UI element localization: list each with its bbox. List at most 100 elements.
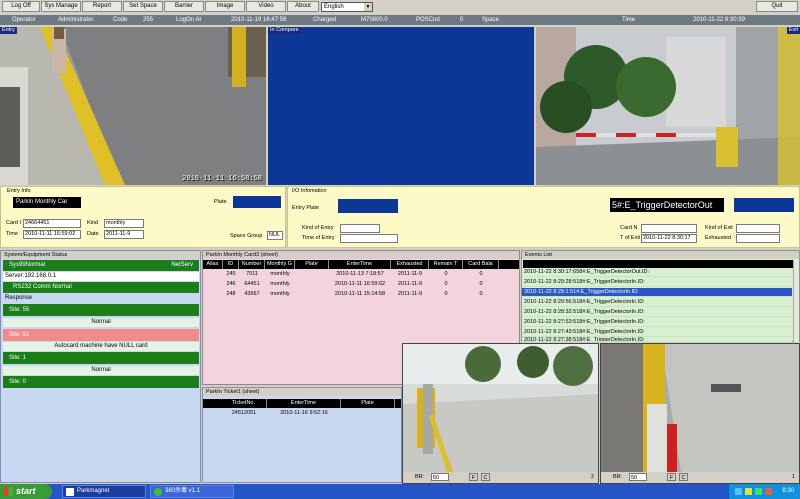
tray-icon[interactable] xyxy=(765,488,772,495)
col-id[interactable]: ID xyxy=(223,260,239,269)
site-1-row: Site: 1 xyxy=(3,352,199,364)
time-label: Time xyxy=(6,231,19,237)
tray-icon[interactable] xyxy=(735,488,742,495)
entry-info-panel: Entry Info ParkIn Monthly Car Plate Card… xyxy=(0,186,286,248)
start-label: start xyxy=(16,486,36,496)
row3-bala: 0 xyxy=(479,291,483,297)
list-item[interactable]: 2010-11-22 8:27:38:518#:E_TriggerDetecto… xyxy=(522,336,792,342)
kind-of-entry-field[interactable] xyxy=(340,224,380,233)
ticket-table-header: TicketNo. EnterTime Plate xyxy=(203,399,401,408)
report-button[interactable]: Report xyxy=(82,1,122,12)
logoff-button[interactable]: Log Off xyxy=(2,1,40,12)
card-no-field[interactable] xyxy=(641,224,697,233)
small-right-c-button[interactable]: C xyxy=(679,473,688,481)
space-group-field[interactable]: NUL xyxy=(267,231,283,240)
col-number[interactable]: Number xyxy=(239,260,265,269)
charged-label: Charged xyxy=(313,17,337,23)
site-51-row: Site: 51 xyxy=(3,329,199,341)
col-ticketno[interactable]: TicketNo. xyxy=(221,399,267,408)
taskbar-app-antivirus[interactable]: 360杀毒 v1.1 xyxy=(150,485,234,498)
date-field[interactable]: 2011-11-9 xyxy=(104,230,144,239)
space-label: Space xyxy=(482,17,500,23)
small-right-value[interactable]: 50 xyxy=(629,473,647,481)
col-ticket-entertime[interactable]: EnterTime xyxy=(267,399,341,408)
col-exhausted[interactable]: Exhausted xyxy=(391,260,429,269)
small-left-value[interactable]: 50 xyxy=(431,473,449,481)
space-group-label: Space Group xyxy=(230,233,263,239)
autocard-row: Autocard machine have NULL card xyxy=(3,342,199,351)
col-plate[interactable]: Plate xyxy=(295,260,329,269)
row1-exhausted: 2011-11-9 xyxy=(397,271,423,277)
entry-info-title: Entry Info xyxy=(7,188,31,194)
tray-icon[interactable] xyxy=(745,488,752,495)
table-row[interactable]: 248 43667 monthly 2010-11-11 15:14:58 20… xyxy=(203,290,519,299)
small-right-br: BR: xyxy=(613,474,623,480)
time-field[interactable]: 2010-11-11 16:59:02 xyxy=(23,230,81,239)
image-button[interactable]: Image xyxy=(205,1,245,12)
col-alias[interactable]: Alias xyxy=(203,260,223,269)
normal-row-2: Normal xyxy=(3,366,199,375)
video-button[interactable]: Video xyxy=(246,1,286,12)
start-button[interactable]: start xyxy=(0,484,52,499)
system-status-panel: System/Equipment Status Sys99Normal NetS… xyxy=(0,250,201,483)
poscnt-value: 0 xyxy=(460,17,464,23)
list-item[interactable]: 2010-11-22 8:29:28:518#:E_TriggerDetecto… xyxy=(522,278,792,287)
table-row[interactable]: 24512051 2010-11-16 9:52:16 xyxy=(203,409,401,418)
small-right-controls: BR: 50 F C 1 xyxy=(601,472,799,483)
logon-value: 2010-11-19 16:47:58 xyxy=(231,17,287,23)
table-row[interactable]: 245 7011 monthly 2010-11-13 7:18:57 2011… xyxy=(203,270,519,279)
kind-of-exit-label: Kind of Exit xyxy=(705,225,733,231)
list-item[interactable]: 2010-11-22 8:27:53:518#:E_TriggerDetecto… xyxy=(522,318,792,327)
tray-icon[interactable] xyxy=(755,488,762,495)
small-camera-right: BR: 50 F C 1 xyxy=(600,343,800,484)
language-select[interactable]: English ▼ xyxy=(321,2,373,12)
table-row[interactable]: 246 64451 monthly 2010-11-11 16:59:02 20… xyxy=(203,280,519,289)
time-of-entry-field[interactable] xyxy=(340,234,398,243)
col-card-bala[interactable]: Card Bala xyxy=(463,260,499,269)
kind-field[interactable]: monthly xyxy=(104,219,144,228)
small-right-f-button[interactable]: F xyxy=(667,473,676,481)
about-button[interactable]: About xyxy=(287,1,319,12)
ticket-row-time: 2010-11-16 9:52:16 xyxy=(280,410,328,416)
toolbar: Log Off Sys Manage Report Set Space Barr… xyxy=(0,0,800,14)
exhausted-label: Exhausted xyxy=(705,235,731,241)
small-left-c-button[interactable]: C xyxy=(481,473,490,481)
small-left-f-button[interactable]: F xyxy=(469,473,478,481)
entry-camera: Entry 2010-11-11 16:58:58 xyxy=(0,27,266,185)
col-monthly-g[interactable]: Monthly G xyxy=(265,260,295,269)
exhausted-field[interactable] xyxy=(736,234,780,243)
list-item[interactable]: 2010-11-22 8:29:1:51#:E_TriggerDetectorI… xyxy=(522,288,792,297)
card-label: Card I xyxy=(6,220,21,226)
taskbar-app-parkmagnet[interactable]: Parkmagnet xyxy=(62,485,146,498)
compare-camera: In Compare xyxy=(268,27,534,185)
card-no-label: Card N xyxy=(620,225,638,231)
events-title: Events List xyxy=(522,251,799,259)
quit-button[interactable]: Quit xyxy=(756,1,798,12)
chevron-down-icon: ▼ xyxy=(364,3,372,11)
small-camera-right-image xyxy=(601,344,799,472)
monthly-card-title: ParkIn Monthly Card3 (sheet) xyxy=(203,251,519,259)
col-ticket-plate[interactable]: Plate xyxy=(341,399,395,408)
time-of-exit-field[interactable]: 2010-11-22 8:30:17 xyxy=(641,234,697,243)
exit-plate-display xyxy=(734,198,794,212)
barrier-button[interactable]: Barrier xyxy=(164,1,204,12)
taskbar-app-parkmagnet-label: Parkmagnet xyxy=(77,488,110,494)
sys-manage-button[interactable]: Sys Manage xyxy=(41,1,81,12)
small-left-controls: BR: 50 F C 2 xyxy=(403,472,598,483)
antivirus-icon xyxy=(154,488,162,496)
card-field[interactable]: 24664451 xyxy=(23,219,81,228)
list-item[interactable]: 2010-11-22 8:30:17:658#:E_TriggerDetecto… xyxy=(522,268,792,277)
kind-of-exit-field[interactable] xyxy=(736,224,780,233)
events-scrollbar[interactable] xyxy=(793,260,799,342)
set-space-button[interactable]: Set Space xyxy=(123,1,163,12)
small-right-number: 1 xyxy=(791,474,795,480)
time-label: Time xyxy=(622,17,636,23)
time-value: 2010-11-22 8:30:39 xyxy=(693,17,745,23)
col-entertime[interactable]: EnterTime xyxy=(329,260,391,269)
windows-logo-icon xyxy=(4,487,13,496)
charged-value: M70800.0 xyxy=(361,17,388,23)
col-remain[interactable]: Remain T xyxy=(429,260,463,269)
list-item[interactable]: 2010-11-22 8:28:32:518#:E_TriggerDetecto… xyxy=(522,308,792,317)
row3-id: 248 xyxy=(226,291,236,297)
list-item[interactable]: 2010-11-22 8:29:56:518#:E_TriggerDetecto… xyxy=(522,298,792,307)
